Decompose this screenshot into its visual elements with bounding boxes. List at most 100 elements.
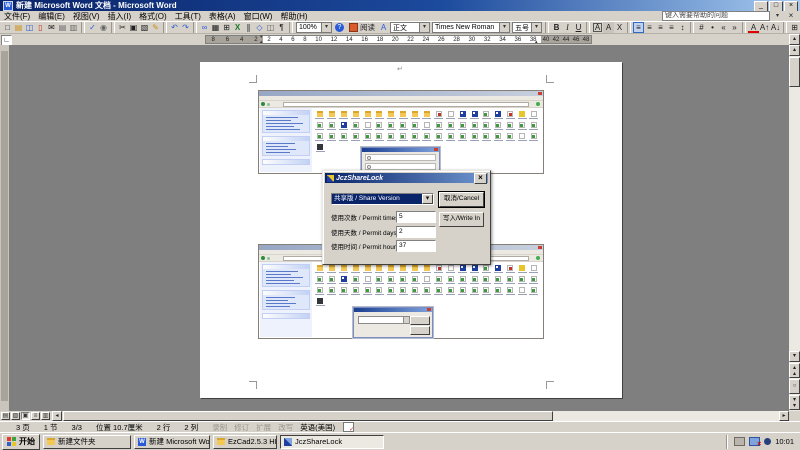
style-combo[interactable]: 正文▾ [390,22,430,33]
spelling-icon[interactable]: ✓ [87,22,98,33]
taskbar-task[interactable]: W新建 Microsoft Word 文... [134,435,210,449]
chevron-down-icon[interactable]: ▾ [419,23,429,32]
char-border-icon[interactable]: A [592,22,603,33]
next-page-button[interactable]: ▾▾ [789,395,800,410]
network-disconnected-icon[interactable] [749,437,760,446]
status-mode[interactable]: 改写 [278,422,293,433]
chevron-down-icon[interactable]: ▾ [531,23,541,32]
version-select[interactable]: 共享版 / Share Version ▾ [331,193,434,205]
taskbar-task[interactable]: 新建文件夹 [43,435,131,449]
horizontal-scroll-thumb[interactable] [63,411,553,421]
research-icon[interactable]: ◉ [98,22,109,33]
open-icon[interactable]: ▤ [13,22,24,33]
save-icon[interactable]: ◫ [24,22,35,33]
underline-icon[interactable]: U [573,22,584,33]
jcz-titlebar[interactable]: JczShareLock × [325,173,488,183]
vertical-scrollbar[interactable]: ▴ ▾ ▴▴ ○ ▾▾ [789,45,800,411]
right-indent-marker[interactable]: ▴ [535,40,538,44]
printer-tray-icon[interactable] [734,437,745,446]
insert-excel-icon[interactable]: X [232,22,243,33]
menu-help[interactable]: 帮助(H) [276,11,311,22]
help-question-input[interactable]: 键入需要帮助的问题 [662,11,770,21]
justify-icon[interactable]: ≡ [633,22,644,33]
columns-icon[interactable]: ∥ [243,22,254,33]
print-icon[interactable]: ▤ [57,22,68,33]
status-language[interactable]: 英语(美国) [300,422,335,433]
spelling-status-icon[interactable] [343,422,354,432]
help-dropdown-icon[interactable]: ▾ [773,11,782,21]
start-button[interactable]: 开始 [2,434,40,450]
print-preview-icon[interactable]: ▥ [68,22,79,33]
vertical-ruler[interactable] [0,45,9,411]
help-icon[interactable]: ? [335,23,344,32]
web-layout-view-button[interactable]: ▨ [11,412,20,420]
scroll-left-icon[interactable]: ◂ [52,411,62,421]
new-icon[interactable]: □ [2,22,13,33]
vertical-scroll-thumb[interactable] [789,57,800,87]
char-shading-icon[interactable]: A [603,22,614,33]
menu-view[interactable]: 视图(V) [69,11,104,22]
normal-view-button[interactable]: ▤ [1,412,10,420]
chevron-down-icon[interactable]: ▾ [321,23,331,32]
permission-icon[interactable]: ▯ [35,22,46,33]
left-indent-marker[interactable]: ▴ [260,40,263,44]
menu-table[interactable]: 表格(A) [205,11,240,22]
chevron-down-icon[interactable]: ▾ [499,23,509,32]
scroll-up-icon[interactable]: ▴ [789,45,800,56]
document-map-icon[interactable]: ◫ [265,22,276,33]
copy-icon[interactable]: ▣ [128,22,139,33]
char-scaling-icon[interactable]: X [614,22,625,33]
scroll-right-icon[interactable]: ▸ [779,411,789,421]
status-mode[interactable]: 录制 [212,422,227,433]
outline-view-button[interactable]: ≡ [31,412,40,420]
document-close-icon[interactable]: × [786,11,796,21]
numbering-icon[interactable]: # [696,22,707,33]
drawing-icon[interactable]: ◇ [254,22,265,33]
reading-layout-view-button[interactable]: ▥ [41,412,50,420]
cancel-button[interactable]: 取消/Cancel [439,192,484,207]
menu-window[interactable]: 窗口(W) [240,11,277,22]
permit-days-input[interactable]: 2 [396,226,436,238]
embedded-screenshot-explorer-1[interactable] [258,90,544,174]
font-combo[interactable]: Times New Roman▾ [432,22,510,33]
chevron-down-icon[interactable]: ▾ [422,194,433,204]
insert-table-icon[interactable]: ⊞ [221,22,232,33]
distributed-icon[interactable]: ≡ [666,22,677,33]
line-spacing-icon[interactable]: ↕ [677,22,688,33]
ruler-right-margin[interactable]: 4042444648 [541,35,592,44]
size-combo[interactable]: 五号▾ [512,22,542,33]
bullets-icon[interactable]: • [707,22,718,33]
menu-file[interactable]: 文件(F) [0,11,34,22]
email-icon[interactable]: ✉ [46,22,57,33]
show-hide-icon[interactable]: ¶ [276,22,287,33]
previous-page-button[interactable]: ▴▴ [789,363,800,378]
font-color-icon[interactable]: A [748,22,759,33]
styles-icon[interactable]: A [378,22,389,33]
tray-app-icon[interactable] [764,438,771,445]
jcz-close-button[interactable]: × [474,173,487,184]
horizontal-scroll-track[interactable] [63,411,779,421]
read-layout-button[interactable]: 阅读 [346,22,378,33]
inc-indent-icon[interactable]: » [729,22,740,33]
tables-borders-icon[interactable]: ▦ [210,22,221,33]
scroll-down-icon[interactable]: ▾ [789,351,800,362]
print-layout-view-button[interactable]: ▣ [21,412,30,420]
select-browse-object-button[interactable]: ○ [789,379,800,394]
menu-format[interactable]: 格式(O) [135,11,171,22]
grid-icon[interactable]: ⊞ [789,22,800,33]
hyperlink-icon[interactable]: ∞ [199,22,210,33]
menu-tools[interactable]: 工具(T) [171,11,205,22]
permit-times-input[interactable]: 5 [396,211,436,223]
ruler-left-margin[interactable]: 8642 [205,35,263,44]
menu-edit[interactable]: 编辑(E) [34,11,69,22]
dec-indent-icon[interactable]: « [718,22,729,33]
cut-icon[interactable]: ✂ [117,22,128,33]
word-titlebar[interactable]: W 新建 Microsoft Word 文档 - Microsoft Word … [0,0,800,11]
align-right-icon[interactable]: ≡ [655,22,666,33]
redo-icon[interactable]: ↷ [180,22,191,33]
format-painter-icon[interactable]: ✎ [150,22,161,33]
status-mode[interactable]: 修订 [234,422,249,433]
menu-insert[interactable]: 插入(I) [104,11,136,22]
zoom-combo[interactable]: 100%▾ [296,22,332,33]
grow-font-icon[interactable]: A↑ [759,22,770,33]
